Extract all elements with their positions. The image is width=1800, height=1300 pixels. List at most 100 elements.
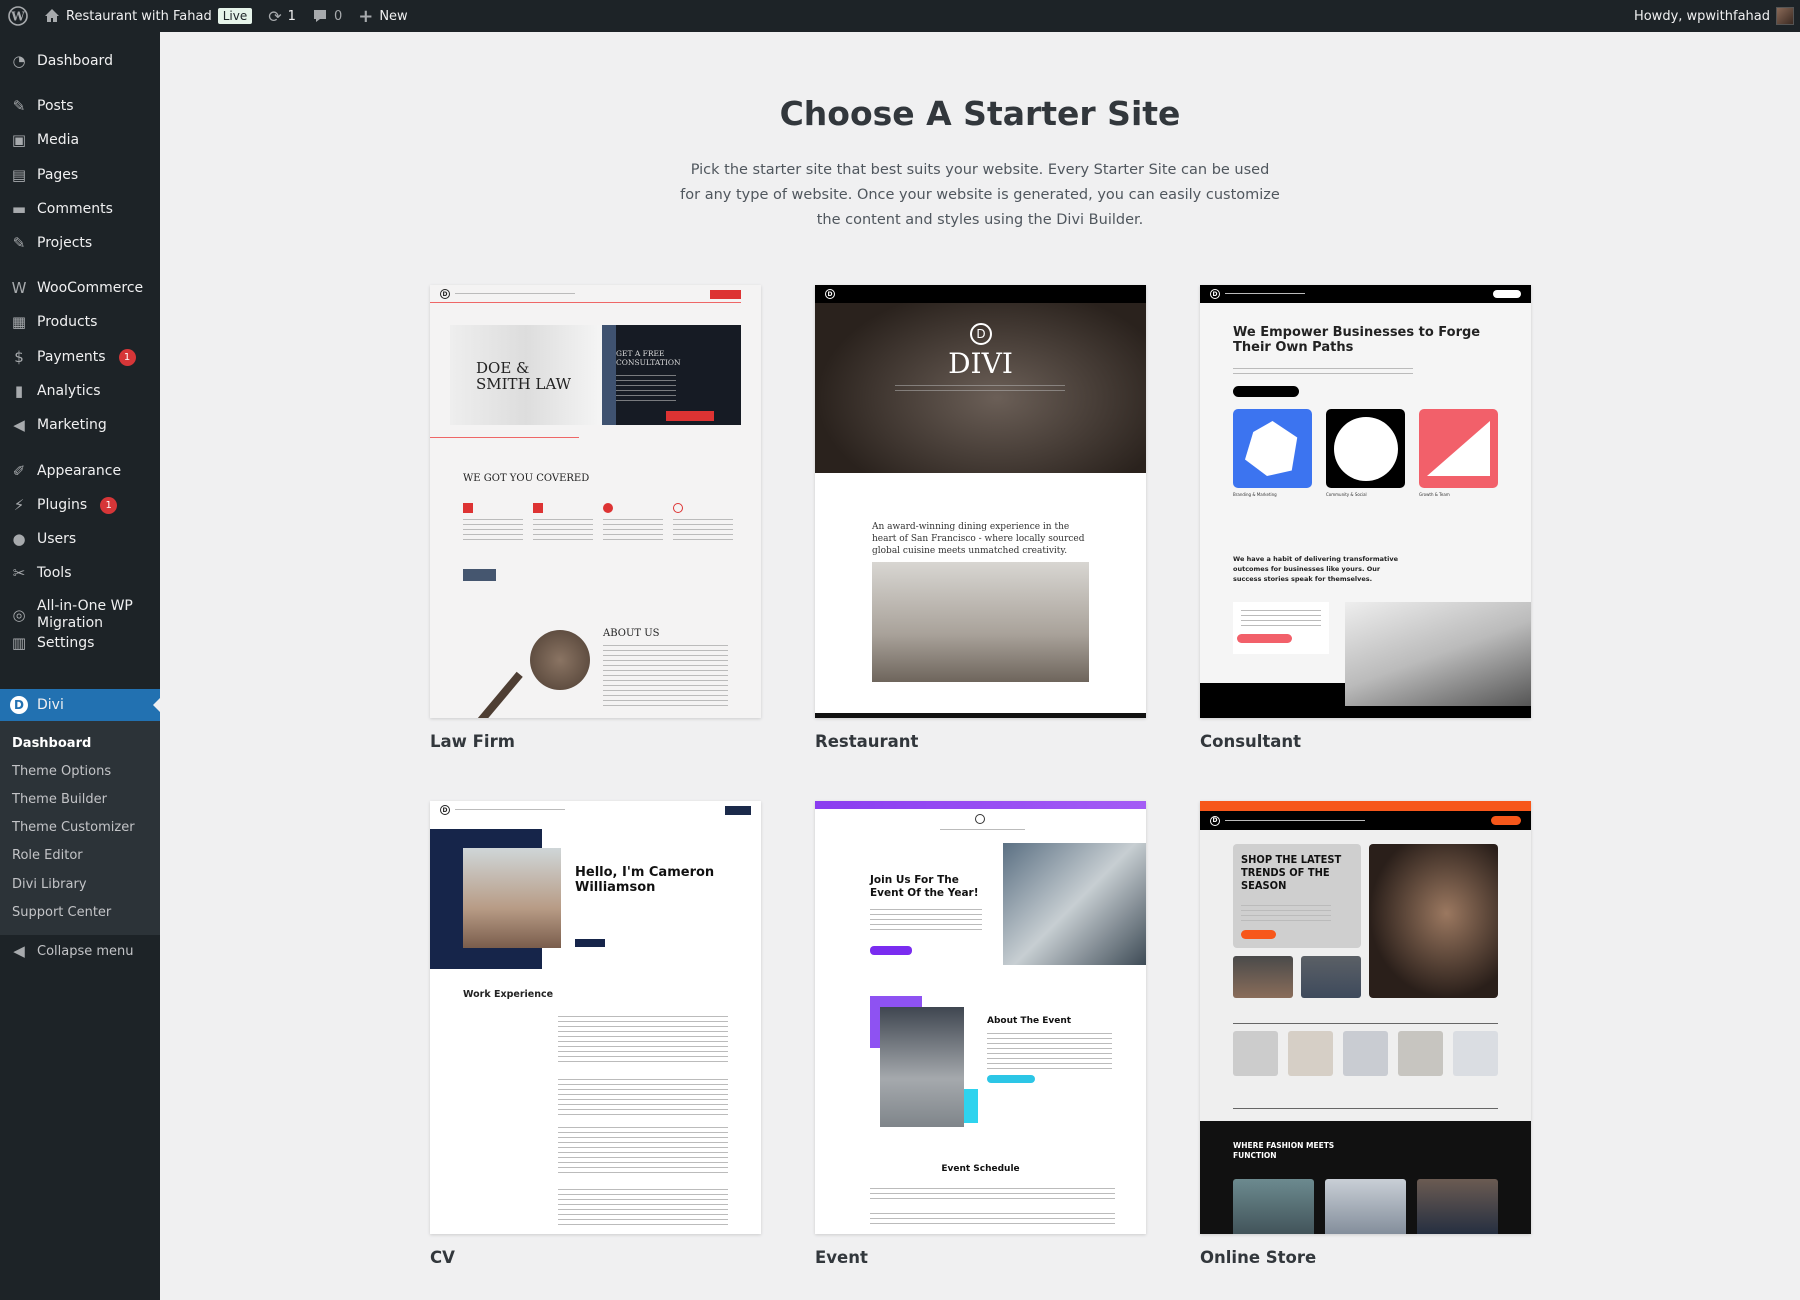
thumb-heading: DOE & SMITH LAW — [476, 359, 572, 393]
site-name-link[interactable]: Restaurant with Fahad Live — [36, 0, 260, 32]
comments-count: 0 — [333, 8, 343, 24]
svg-text:W: W — [10, 10, 25, 24]
starter-site-online-store[interactable]: D SHOP THE LATEST TRENDS OF THE SEASON W… — [1200, 801, 1531, 1267]
submenu-item-theme-builder[interactable]: Theme Builder — [12, 785, 107, 813]
submenu-item-divi-library[interactable]: Divi Library — [12, 870, 87, 898]
sidebar-item-users[interactable]: ● Users — [0, 522, 160, 556]
migration-icon: ◎ — [12, 606, 26, 624]
site-label: Event — [815, 1248, 868, 1267]
sidebar-item-payments[interactable]: $ Payments 1 — [0, 340, 160, 374]
sidebar-item-label: Comments — [37, 201, 113, 217]
new-label: New — [379, 8, 408, 24]
plus-icon: + — [358, 5, 374, 27]
sidebar-item-label: Settings — [37, 635, 95, 651]
sidebar-item-label: Analytics — [37, 383, 101, 399]
sidebar-item-label: Appearance — [37, 463, 122, 479]
tile-label: Growth & Team — [1419, 492, 1450, 497]
sidebar-item-settings[interactable]: ▥ Settings — [0, 626, 160, 660]
thumb-tagline: An award-winning dining experience in th… — [872, 522, 1085, 556]
sidebar-item-label: Media — [37, 132, 80, 148]
submenu-item-dashboard[interactable]: Dashboard — [12, 729, 91, 757]
sidebar-item-pages[interactable]: ▤ Pages — [0, 158, 160, 192]
site-label: Law Firm — [430, 732, 515, 751]
media-icon: ▣ — [11, 131, 27, 149]
sidebar-item-products[interactable]: ▦ Products — [0, 305, 160, 339]
sidebar-item-label: Projects — [37, 235, 93, 251]
sidebar-item-media[interactable]: ▣ Media — [0, 123, 160, 157]
brush-icon: ✐ — [12, 462, 26, 480]
site-label: CV — [430, 1248, 455, 1267]
sidebar-item-dashboard[interactable]: ◔ Dashboard — [0, 44, 160, 78]
starter-site-law-firm[interactable]: D DOE & SMITH LAW GET A FREE CONSULTATIO… — [430, 285, 761, 751]
thumb-section: WE GOT YOU COVERED — [463, 473, 590, 484]
preview-consultant[interactable]: D We Empower Businesses to Forge Their O… — [1200, 285, 1531, 718]
thumb-schedule: Event Schedule — [941, 1164, 1020, 1174]
avatar — [1776, 7, 1794, 25]
tile-label: Branding & Marketing — [1233, 492, 1277, 497]
comments-link[interactable]: 0 — [304, 0, 350, 32]
site-label: Online Store — [1200, 1248, 1317, 1267]
sidebar-item-label: Tools — [37, 565, 72, 581]
pages-icon: ▤ — [11, 166, 27, 184]
starter-site-cv[interactable]: D Hello, I'm Cameron Williamson Work Exp… — [430, 801, 761, 1267]
preview-online-store[interactable]: D SHOP THE LATEST TRENDS OF THE SEASON W… — [1200, 801, 1531, 1234]
admin-sidebar: ◔ Dashboard ✎ Posts ▣ Media ▤ Pages ▬ Comments ✎ Pr… — [0, 32, 160, 1300]
sidebar-item-divi[interactable]: D Divi — [0, 689, 160, 721]
sidebar-item-posts[interactable]: ✎ Posts — [0, 89, 160, 123]
submenu-item-support-center[interactable]: Support Center — [12, 898, 111, 926]
submenu-item-theme-customizer[interactable]: Theme Customizer — [12, 814, 135, 842]
account-menu[interactable]: Howdy, wpwithfahad — [1626, 0, 1800, 32]
sidebar-item-tools[interactable]: ✂ Tools — [0, 556, 160, 590]
howdy-text: Howdy, wpwithfahad — [1633, 8, 1770, 24]
thumb-heading: DIVI — [948, 347, 1013, 380]
divi-icon: D — [10, 696, 28, 714]
thumb-about: We have a habit of delivering transforma… — [1233, 555, 1398, 583]
sidebar-item-label: WooCommerce — [37, 280, 144, 296]
megaphone-icon: ◀ — [13, 416, 25, 434]
live-badge: Live — [217, 8, 253, 24]
main-content: Choose A Starter Site Pick the starter s… — [160, 32, 1800, 1300]
sidebar-item-label: Pages — [37, 167, 79, 183]
sidebar-item-analytics[interactable]: ▮ Analytics — [0, 374, 160, 408]
thumb-cta: GET A FREE CONSULTATION — [616, 349, 681, 367]
collapse-label: Collapse menu — [37, 943, 134, 959]
archive-icon: ▦ — [11, 313, 27, 331]
preview-event[interactable]: Join Us For The Event Of the Year! About… — [815, 801, 1146, 1234]
preview-cv[interactable]: D Hello, I'm Cameron Williamson Work Exp… — [430, 801, 761, 1234]
sidebar-item-label: Payments — [37, 349, 106, 365]
tile-label: Community & Social — [1326, 492, 1367, 497]
updates-count: 1 — [287, 8, 296, 24]
collapse-icon: ◀ — [13, 942, 25, 960]
thumb-heading: Join Us For The Event Of the Year! — [870, 874, 979, 899]
sidebar-item-plugins[interactable]: ⚡ Plugins 1 — [0, 488, 160, 522]
site-label: Restaurant — [815, 732, 919, 751]
sidebar-item-marketing[interactable]: ◀ Marketing — [0, 408, 160, 442]
updates-link[interactable]: ⟳ 1 — [260, 0, 304, 32]
sidebar-item-comments[interactable]: ▬ Comments — [0, 192, 160, 226]
thumb-heading: SHOP THE LATEST TRENDS OF THE SEASON — [1241, 853, 1342, 892]
pin-icon: ✎ — [12, 97, 26, 115]
sidebar-item-woocommerce[interactable]: W WooCommerce — [0, 271, 160, 305]
comment-icon: ▬ — [11, 200, 27, 218]
plug-icon: ⚡ — [13, 496, 25, 514]
comment-icon — [313, 10, 326, 22]
page-description: Pick the starter site that best suits yo… — [680, 162, 1280, 228]
new-content-link[interactable]: + New — [350, 0, 415, 32]
sidebar-item-projects[interactable]: ✎ Projects — [0, 226, 160, 260]
preview-law-firm[interactable]: D DOE & SMITH LAW GET A FREE CONSULTATIO… — [430, 285, 761, 718]
collapse-menu-button[interactable]: ◀ Collapse menu — [0, 934, 160, 968]
submenu-item-role-editor[interactable]: Role Editor — [12, 842, 83, 870]
site-name: Restaurant with Fahad — [66, 8, 212, 24]
starter-site-event[interactable]: Join Us For The Event Of the Year! About… — [815, 801, 1146, 1267]
sidebar-item-label: Products — [37, 314, 98, 330]
sidebar-item-label: Dashboard — [37, 53, 113, 69]
preview-restaurant[interactable]: D D DIVI An award-winning dining experie… — [815, 285, 1146, 718]
starter-site-restaurant[interactable]: D D DIVI An award-winning dining experie… — [815, 285, 1146, 751]
submenu-item-theme-options[interactable]: Theme Options — [12, 757, 111, 785]
sidebar-item-appearance[interactable]: ✐ Appearance — [0, 454, 160, 488]
wordpress-logo-button[interactable]: W — [0, 0, 36, 32]
user-icon: ● — [12, 530, 26, 548]
starter-site-consultant[interactable]: D We Empower Businesses to Forge Their O… — [1200, 285, 1531, 751]
updates-icon: ⟳ — [268, 6, 282, 26]
divi-submenu: Dashboard Theme Options Theme Builder Theme… — [0, 721, 160, 935]
